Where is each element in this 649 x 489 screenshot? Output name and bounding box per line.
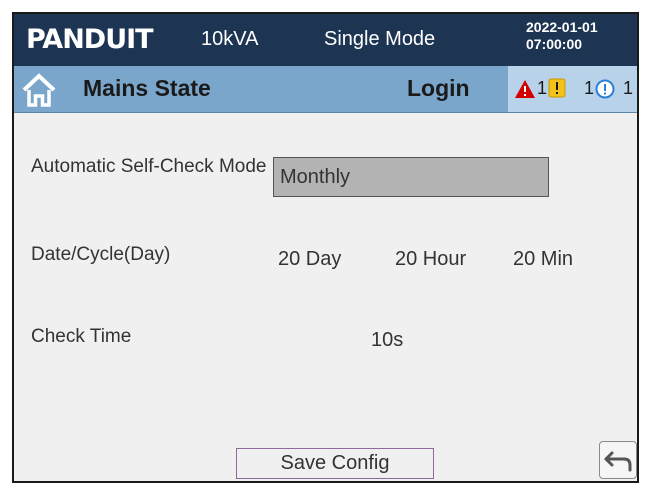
date-text: 2022-01-01 [526,19,598,35]
top-status-bar: PANDUIT 10kVA Single Mode 2022-01-01 07:… [14,14,637,66]
info-circle-icon [595,79,615,98]
check-time-label: Check Time [31,326,132,347]
cycle-hour-value[interactable]: 20 Hour [395,248,466,271]
extra-alarm-count: 1 [623,78,634,98]
warning-triangle-icon [515,79,535,98]
operating-mode: Single Mode [324,28,436,50]
alarm-summary[interactable]: 1 1 1 [508,66,637,112]
power-rating: 10kVA [201,28,259,50]
save-config-button[interactable]: Save Config [236,448,434,479]
home-button[interactable] [16,66,62,112]
check-time-value[interactable]: 10s [371,329,403,352]
info-alarm-group: 1 [583,78,615,99]
back-button[interactable] [599,441,637,479]
home-icon [22,73,56,107]
self-check-mode-select[interactable]: Monthly [273,157,549,197]
date-cycle-label: Date/Cycle(Day) [31,244,171,265]
date-time-display: 2022-01-01 07:00:00 [526,19,598,53]
self-check-mode-label: Automatic Self-Check Mode [31,156,267,177]
warning-alarm-group [548,78,567,98]
back-arrow-icon [604,451,632,472]
critical-alarm-count: 1 [537,78,548,98]
brand-logo: PANDUIT [26,24,154,55]
login-button[interactable]: Login [407,75,470,102]
screen-frame: PANDUIT 10kVA Single Mode 2022-01-01 07:… [12,12,639,483]
time-text: 07:00:00 [526,36,583,52]
cycle-min-value[interactable]: 20 Min [513,248,573,271]
exclamation-square-icon [548,78,566,98]
extra-alarm-group: 1 [622,78,633,99]
info-alarm-count: 1 [584,78,595,98]
page-title: Mains State [83,75,211,101]
navigation-bar: Mains State Login 1 1 1 [14,66,637,113]
critical-alarm-group: 1 [514,78,547,99]
cycle-day-value[interactable]: 20 Day [278,248,341,271]
